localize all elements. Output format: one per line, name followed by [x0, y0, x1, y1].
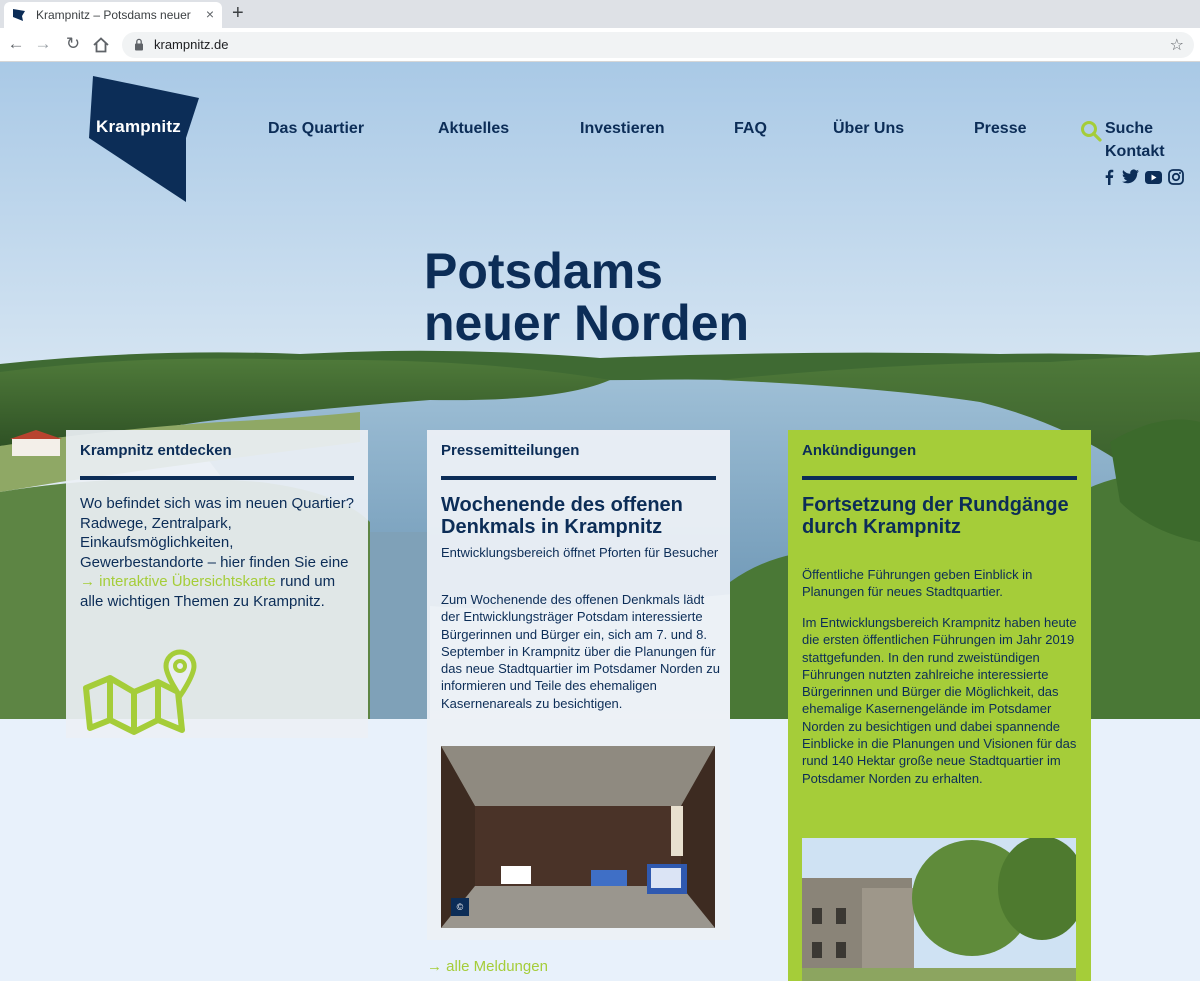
web-page: Krampnitz Das Quartier Aktuelles Investi… [0, 62, 1200, 981]
nav-presse[interactable]: Presse [974, 120, 1027, 138]
nav-aktuelles[interactable]: Aktuelles [438, 120, 509, 138]
map-pin-icon [83, 649, 197, 735]
ruin-building-image [802, 838, 1076, 981]
article-body: Zum Wochenende des offenen Denkmals lädt… [441, 592, 720, 711]
hall-interior-image [441, 746, 715, 928]
hero-title: Potsdams neuer Norden [424, 245, 924, 349]
article-photo[interactable] [802, 838, 1076, 981]
card-heading: Pressemitteilungen [441, 442, 580, 459]
article-title[interactable]: Wochenende des offenen Denkmals in Kramp… [441, 494, 721, 538]
card-divider [80, 476, 354, 480]
interactive-map-link[interactable]: → interaktive Übersichtskarte [80, 573, 276, 590]
new-tab-button[interactable]: + [232, 3, 244, 23]
card-heading: Krampnitz entdecken [80, 442, 232, 459]
card-ankuendigungen: Ankündigungen Fortsetzung der Rundgänge … [788, 430, 1091, 981]
instagram-icon[interactable] [1168, 169, 1184, 185]
browser-tab[interactable]: Krampnitz – Potsdams neuer Norden × [4, 2, 222, 28]
tab-title: Krampnitz – Potsdams neuer Norden [36, 8, 194, 22]
url-text: krampnitz.de [154, 37, 229, 52]
reload-button[interactable]: ↻ [63, 34, 83, 54]
krampnitz-logo-shape[interactable] [88, 76, 200, 202]
tab-close-icon[interactable]: × [206, 6, 214, 22]
card-pressemitteilungen: Pressemitteilungen Wochenende des offene… [427, 430, 730, 940]
search-link[interactable]: Suche [1105, 120, 1153, 138]
youtube-icon[interactable] [1145, 171, 1162, 184]
twitter-icon[interactable] [1122, 169, 1139, 184]
nav-investieren[interactable]: Investieren [580, 120, 664, 138]
card-divider [802, 476, 1077, 480]
lock-icon [135, 38, 143, 51]
all-news-link[interactable]: → alle Meldungen [427, 958, 548, 975]
body-text-start: Wo befindet sich was im neuen Quartier? … [80, 495, 355, 571]
article-subtitle: Entwicklungsbereich öffnet Pforten für B… [441, 545, 719, 560]
nav-das-quartier[interactable]: Das Quartier [268, 120, 364, 138]
facebook-icon[interactable] [1104, 169, 1114, 185]
contact-link[interactable]: Kontakt [1105, 143, 1165, 161]
browser-toolbar: ← → ↻ krampnitz.de ☆ [0, 28, 1200, 62]
article-body: Im Entwicklungsbereich Krampnitz haben h… [802, 615, 1077, 786]
article-subtitle: Öffentliche Führungen geben Einblick in … [802, 567, 1033, 599]
article-photo[interactable]: © [441, 746, 715, 928]
card-krampnitz-entdecken: Krampnitz entdecken Wo befindet sich was… [66, 430, 368, 738]
back-button[interactable]: ← [6, 34, 26, 54]
krampnitz-favicon-icon [13, 9, 25, 21]
nav-ueber-uns[interactable]: Über Uns [833, 120, 904, 138]
article-title[interactable]: Fortsetzung der Rundgänge durch Krampnit… [802, 494, 1082, 538]
copyright-badge[interactable]: © [451, 898, 469, 916]
hero-title-line-2: neuer Norden [424, 295, 750, 351]
card-heading: Ankündigungen [802, 442, 917, 459]
card-divider [441, 476, 716, 480]
nav-faq[interactable]: FAQ [734, 120, 767, 138]
card-body-text: Wo befindet sich was im neuen Quartier? … [80, 494, 356, 611]
address-bar[interactable]: krampnitz.de ☆ [122, 32, 1194, 58]
browser-tabbar: Krampnitz – Potsdams neuer Norden × + [0, 0, 1200, 28]
search-icon[interactable] [1080, 120, 1102, 142]
hero-title-line-1: Potsdams [424, 243, 663, 299]
forward-button[interactable]: → [33, 34, 53, 54]
logo-text: Krampnitz [96, 117, 181, 136]
home-icon[interactable] [92, 36, 110, 54]
bookmark-star-icon[interactable]: ☆ [1170, 35, 1184, 55]
